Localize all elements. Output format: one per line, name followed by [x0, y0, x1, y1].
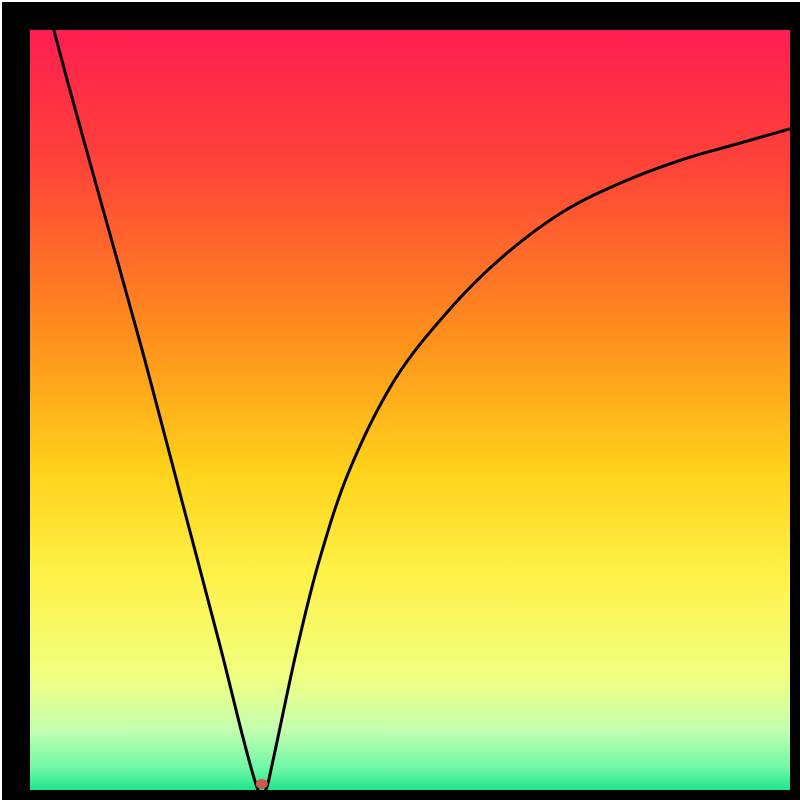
optimum-marker: [256, 779, 268, 789]
bottleneck-plot: [0, 0, 800, 800]
plot-background: [28, 28, 792, 792]
chart-container: TheBottleneck.com: [0, 0, 800, 800]
